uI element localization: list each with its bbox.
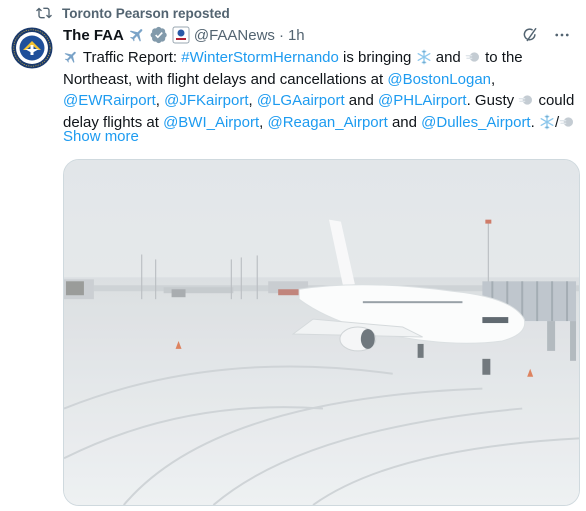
text-segment: is bringing <box>338 49 416 66</box>
verified-badge-icon[interactable] <box>150 26 168 44</box>
mention-phlairport[interactable]: @PHLAirport <box>378 92 467 109</box>
snowflake-emoji-icon <box>416 49 432 65</box>
faa-seal-avatar[interactable] <box>11 27 53 69</box>
mention-bostonlogan[interactable]: @BostonLogan <box>387 71 491 88</box>
text-segment: and <box>344 92 378 109</box>
mention-reagan-airport[interactable]: @Reagan_Airport <box>268 114 388 131</box>
mention-lgaairport[interactable]: @LGAairport <box>257 92 345 109</box>
repost-label: Toronto Pearson reposted <box>62 5 230 21</box>
repost-icon <box>36 5 52 21</box>
text-segment: , <box>155 92 165 109</box>
airplane-emoji-icon <box>63 49 79 65</box>
text-segment: and <box>431 49 465 66</box>
author-display-name[interactable]: The FAA <box>63 27 124 44</box>
text-segment: and <box>387 113 422 131</box>
hashtag-winterstormhernando[interactable]: #WinterStormHernando <box>181 49 339 66</box>
mention-bwi-airport[interactable]: @BWI_Airport <box>163 114 259 131</box>
more-icon[interactable] <box>552 25 572 45</box>
text-segment: . <box>530 113 539 131</box>
text-segment: , <box>259 113 268 131</box>
government-affiliation-badge[interactable] <box>172 26 190 44</box>
text-segment: , <box>248 92 257 109</box>
wind-face-emoji-icon <box>465 49 481 65</box>
mention-jfkairport[interactable]: @JFKairport <box>164 92 248 109</box>
separator-dot: · <box>278 26 284 44</box>
snowy-airport-photo[interactable] <box>63 159 580 506</box>
mention-ewrairport[interactable]: @EWRairport <box>63 92 156 109</box>
author-handle[interactable]: @FAANews <box>194 27 275 44</box>
tweet-text: Traffic Report: #WinterStormHernando is … <box>63 47 578 133</box>
airplane-emoji-icon <box>128 26 146 44</box>
snowflake-emoji-icon <box>539 114 555 130</box>
mention-dulles-airport[interactable]: @Dulles_Airport <box>421 114 530 131</box>
text-segment: Traffic Report: <box>82 49 182 66</box>
wind-face-emoji-icon <box>559 114 575 130</box>
text-segment: , <box>491 70 496 88</box>
grok-icon[interactable] <box>520 25 540 45</box>
show-more-link[interactable]: Show more <box>63 128 139 145</box>
tweet-header: The FAA @FAANews · 1h <box>63 24 574 46</box>
post-timestamp[interactable]: 1h <box>288 27 305 44</box>
repost-header[interactable]: Toronto Pearson reposted <box>36 4 230 22</box>
text-segment: . Gusty <box>466 92 519 109</box>
wind-face-emoji-icon <box>518 92 534 108</box>
